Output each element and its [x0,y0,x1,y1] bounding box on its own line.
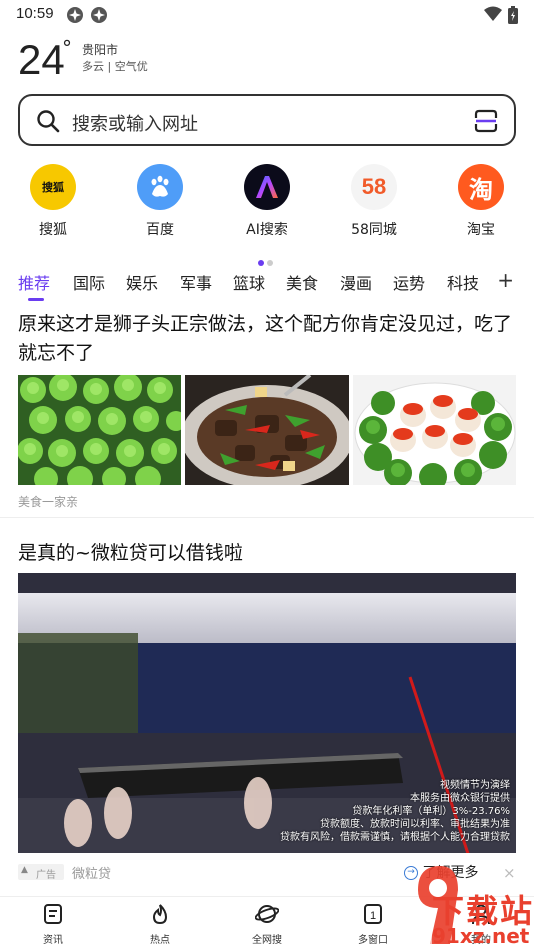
sohu-logo: 搜狐 [30,164,76,210]
shortcut-ai-search[interactable]: AI搜索 [227,164,307,239]
video-caption: 视频情节为演绎 本服务由微众银行提供 贷款年化利率（单利）3%-23.76% 贷… [280,780,510,843]
ai-search-logo [244,164,290,210]
close-ad-button[interactable]: × [503,864,516,882]
status-time: 10:59 [16,5,54,22]
taobao-logo: 淘 [458,164,504,210]
tab-active-indicator [28,298,44,301]
tab-international[interactable]: 国际 [73,270,105,294]
tab-fortune[interactable]: 运势 [393,270,425,294]
planet-icon [254,905,280,923]
shortcut-label: 百度 [146,222,174,238]
ad-video[interactable]: 视频情节为演绎 本服务由微众银行提供 贷款年化利率（单利）3%-23.76% 贷… [18,573,516,853]
page-dot-active [258,260,264,266]
page-dot [267,260,273,266]
article-title[interactable]: 原来这才是狮子头正宗做法，这个配方你肯定没见过，吃了就忘不了 [18,310,514,368]
temperature: 24 [18,36,65,83]
tab-recommended[interactable]: 推荐 [18,270,50,294]
shortcut-label: 搜狐 [39,222,67,238]
search-input[interactable]: 搜索或输入网址 [72,110,198,136]
learn-more-button[interactable]: → 了解更多 [404,862,478,882]
ad-badge: ▲ 广告 [18,864,64,881]
shortcut-label: 58同城 [351,222,397,238]
watermark-url: 91xz.net [432,924,530,948]
arrow-right-icon: → [404,866,418,880]
shortcut-sohu[interactable]: 搜狐 搜狐 [13,164,93,239]
scan-icon[interactable] [474,109,498,137]
58-logo: 58 [351,164,397,210]
tab-military[interactable]: 军事 [180,270,212,294]
search-bar[interactable]: 搜索或输入网址 [18,94,516,146]
notification-icon [90,6,108,28]
ad-logo-icon: ▲ [21,865,28,875]
tab-entertainment[interactable]: 娱乐 [126,270,158,294]
tab-tech[interactable]: 科技 [447,270,479,294]
add-tab-button[interactable]: + [497,268,514,292]
svg-text:1: 1 [370,910,376,922]
article-source: 美食一家亲 [18,495,79,509]
battery-icon [508,6,518,28]
nav-search-all[interactable]: 全网搜 [232,903,302,946]
page-indicator [258,251,276,270]
city-name[interactable]: 贵阳市 [82,41,118,58]
shortcut-baidu[interactable]: 百度 [120,164,200,239]
shortcut-label: AI搜索 [246,222,288,238]
windows-icon: 1 [364,904,382,924]
nav-multi-window[interactable]: 1 多窗口 [338,903,408,946]
ad-source: 微粒贷 [72,867,112,882]
article-thumbnail-broccoli[interactable] [353,375,516,485]
flame-icon [152,904,168,925]
shortcut-58[interactable]: 58 58同城 [334,164,414,239]
article-thumbnail-beef[interactable] [185,375,349,485]
status-bar: 10:59 [0,0,534,30]
category-tabs: 推荐 国际 娱乐 军事 篮球 美食 漫画 运势 科技 + [0,268,534,304]
weather-condition: 多云 | 空气优 [82,60,148,73]
news-icon [44,904,62,924]
search-icon [36,109,60,137]
baidu-paw-icon [137,164,183,210]
tab-food[interactable]: 美食 [286,270,318,294]
notification-icon [66,6,84,28]
nav-news[interactable]: 资讯 [18,903,88,946]
tab-basketball[interactable]: 篮球 [233,270,265,294]
degree-symbol: ° [62,36,72,60]
shortcut-label: 淘宝 [467,222,495,238]
tab-comics[interactable]: 漫画 [340,270,372,294]
shortcut-taobao[interactable]: 淘 淘宝 [441,164,521,239]
feed-divider [0,517,534,518]
nav-hot[interactable]: 热点 [125,903,195,946]
wifi-icon [484,6,502,26]
article-thumbnail-lettuce[interactable] [18,375,181,485]
ad-title[interactable]: 是真的~微粒贷可以借钱啦 [18,538,243,565]
